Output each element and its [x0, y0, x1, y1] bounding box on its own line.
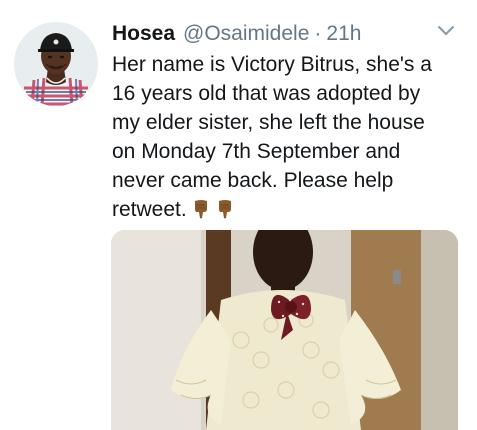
tweet-text: Her name is Victory Bitrus, she's a 16 y… [112, 50, 462, 224]
tweet-text-line: on Monday 7th September and [112, 140, 401, 163]
separator-dot: · [314, 22, 322, 45]
tweet-photo[interactable] [111, 230, 458, 430]
chevron-down-icon[interactable] [436, 24, 456, 38]
avatar[interactable] [14, 22, 98, 106]
backhand-index-pointing-down-icon [218, 200, 231, 219]
tweet-header: Hosea @Osaimidele · 21h [112, 22, 361, 50]
tweet: Hosea @Osaimidele · 21h Her name is Vict… [0, 0, 477, 430]
tweet-text-line: my elder sister, she left the house [112, 111, 425, 134]
backhand-index-pointing-down-icon [194, 200, 207, 219]
display-name[interactable]: Hosea [112, 22, 175, 46]
timestamp[interactable]: 21h [326, 22, 361, 46]
user-handle[interactable]: @Osaimidele [183, 22, 309, 46]
tweet-text-line: 16 years old that was adopted by [112, 82, 421, 105]
tweet-text-last-line: retweet. [112, 195, 462, 224]
tweet-text-line: retweet. [112, 198, 187, 221]
tweet-text-line: Her name is Victory Bitrus, she's a [112, 53, 432, 76]
tweet-text-line: never came back. Please help [112, 169, 394, 192]
